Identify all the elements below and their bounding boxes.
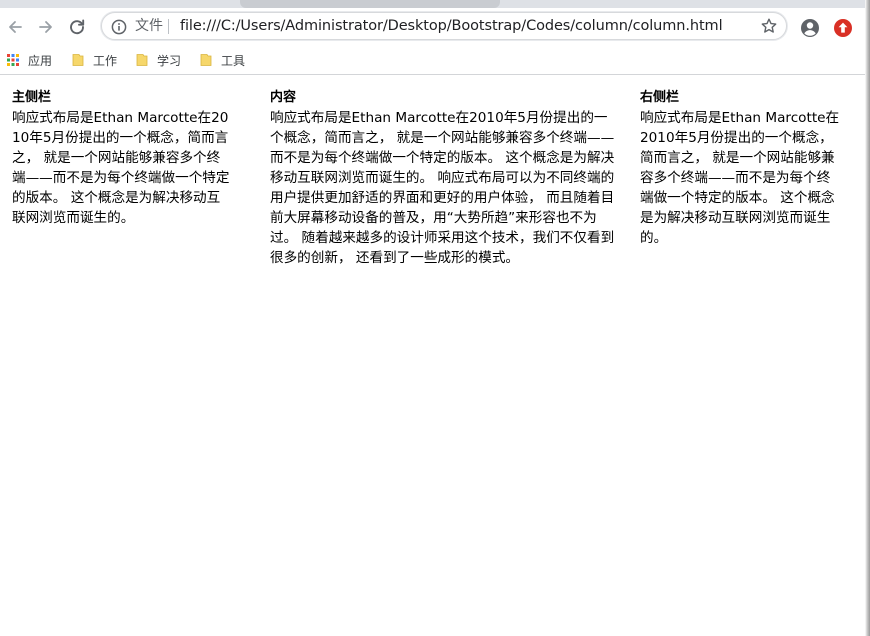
- reload-icon: [70, 19, 85, 35]
- content-column: 内容 响应式布局是Ethan Marcotte在2010年5月份提出的一个概念，…: [270, 88, 620, 268]
- url-text[interactable]: file:///C:/Users/Administrator/Desktop/B…: [180, 18, 723, 34]
- bookmark-apps[interactable]: 应用: [7, 52, 52, 68]
- column-text: 响应式布局是Ethan Marcotte在2010年5月份提出的一个概念，简而言…: [12, 110, 230, 226]
- arrow-right-icon: [39, 21, 52, 33]
- bookmark-folder-study[interactable]: 学习: [136, 52, 181, 68]
- account-circle-icon[interactable]: [800, 18, 820, 38]
- info-icon[interactable]: [111, 19, 127, 35]
- address-bar[interactable]: 文件 file:///C:/Users/Administrator/Deskto…: [101, 12, 787, 40]
- apps-grid-icon: [7, 54, 19, 66]
- right-sidebar-column: 右侧栏 响应式布局是Ethan Marcotte在2010年5月份提出的一个概念…: [640, 88, 843, 248]
- tab-strip: [0, 0, 870, 8]
- reload-button[interactable]: [64, 14, 90, 40]
- bookmark-label: 工具: [221, 53, 246, 68]
- extension-icon[interactable]: [833, 18, 853, 38]
- browser-toolbar: 文件 file:///C:/Users/Administrator/Deskto…: [0, 8, 870, 46]
- scheme-label: 文件: [135, 18, 163, 34]
- bookmark-label: 应用: [28, 53, 53, 68]
- bookmark-folder-work[interactable]: 工作: [72, 52, 117, 68]
- omnibox-separator: [168, 19, 169, 34]
- column-text: 响应式布局是Ethan Marcotte在2010年5月份提出的一个概念，简而言…: [270, 110, 615, 266]
- column-text: 响应式布局是Ethan Marcotte在2010年5月份提出的一个概念，简而言…: [640, 110, 840, 246]
- bookmark-label: 工作: [93, 53, 118, 68]
- folder-icon: [136, 54, 148, 66]
- main-sidebar-column: 主侧栏 响应式布局是Ethan Marcotte在2010年5月份提出的一个概念…: [12, 88, 230, 228]
- folder-icon: [72, 54, 84, 66]
- back-button[interactable]: [2, 14, 28, 40]
- column-heading: 右侧栏: [640, 90, 680, 105]
- bookmark-label: 学习: [157, 53, 182, 68]
- active-tab[interactable]: [240, 0, 500, 8]
- column-heading: 主侧栏: [12, 90, 52, 105]
- forward-button[interactable]: [33, 14, 59, 40]
- star-icon[interactable]: [760, 17, 778, 35]
- column-heading: 内容: [270, 90, 297, 105]
- window-edge: [865, 0, 870, 636]
- bookmarks-bar: 应用 工作 学习 工具: [0, 46, 870, 75]
- bookmark-folder-tools[interactable]: 工具: [200, 52, 245, 68]
- folder-icon: [200, 54, 212, 66]
- arrow-left-icon: [9, 21, 22, 33]
- page-content: 主侧栏 响应式布局是Ethan Marcotte在2010年5月份提出的一个概念…: [0, 75, 866, 636]
